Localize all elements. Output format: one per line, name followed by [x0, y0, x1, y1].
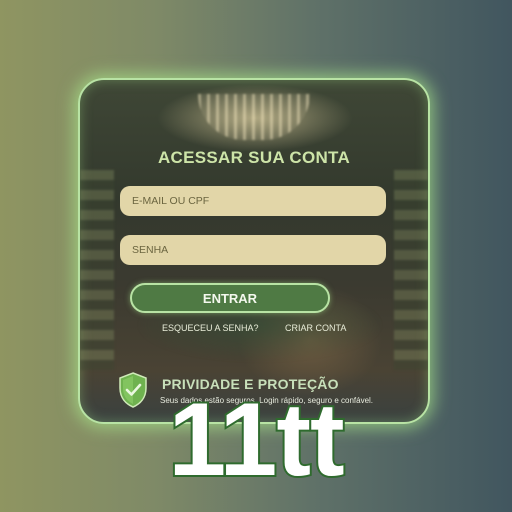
forgot-password-link[interactable]: ESQUECEU A SENHA? [162, 323, 259, 333]
slot-machines-right [394, 170, 428, 370]
login-card: ACESSAR SUA CONTA ENTRAR ESQUECEU A SENH… [78, 78, 430, 424]
login-title: ACESSAR SUA CONTA [157, 148, 351, 167]
slot-machines-left [80, 170, 114, 370]
password-input[interactable] [120, 235, 386, 265]
brand-label: 11tt [166, 382, 346, 498]
enter-button[interactable]: ENTRAR [130, 283, 330, 313]
email-input[interactable] [120, 186, 386, 216]
chandelier-graphic [198, 94, 310, 140]
create-account-link[interactable]: CRIAR CONTA [285, 323, 346, 333]
